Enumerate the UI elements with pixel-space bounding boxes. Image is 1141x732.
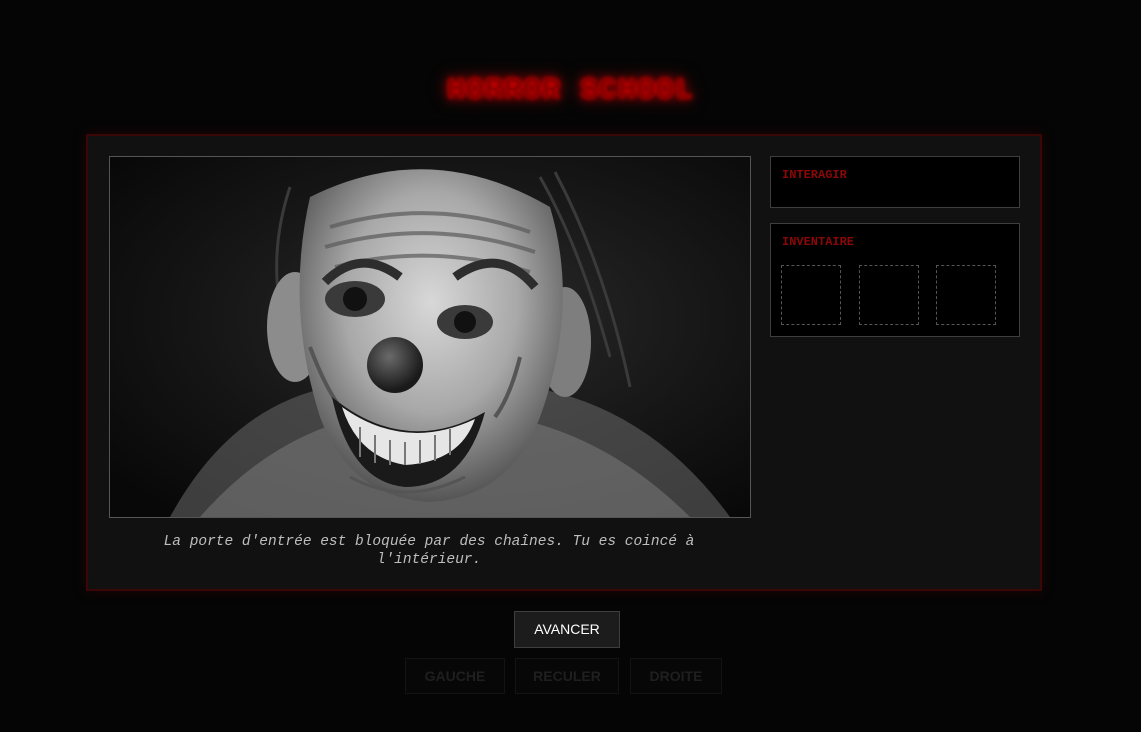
scene-image — [109, 156, 751, 518]
interact-label: INTERAGIR — [782, 168, 847, 182]
right-button[interactable]: DROITE — [630, 658, 722, 694]
back-button[interactable]: RECULER — [515, 658, 619, 694]
inventory-slot-1[interactable] — [781, 265, 841, 325]
inventory-panel: INVENTAIRE — [770, 223, 1020, 337]
inventory-slot-2[interactable] — [859, 265, 919, 325]
forward-button[interactable]: AVANCER — [514, 611, 620, 648]
inventory-slot-3[interactable] — [936, 265, 996, 325]
scene-caption: La porte d'entrée est bloquée par des ch… — [163, 534, 695, 568]
game-title: HORROR SCHOOL — [446, 74, 695, 108]
interact-panel: INTERAGIR — [770, 156, 1020, 208]
clown-image — [110, 157, 750, 517]
left-button[interactable]: GAUCHE — [405, 658, 505, 694]
inventory-label: INVENTAIRE — [782, 235, 855, 249]
game-panel: La porte d'entrée est bloquée par des ch… — [86, 134, 1042, 591]
